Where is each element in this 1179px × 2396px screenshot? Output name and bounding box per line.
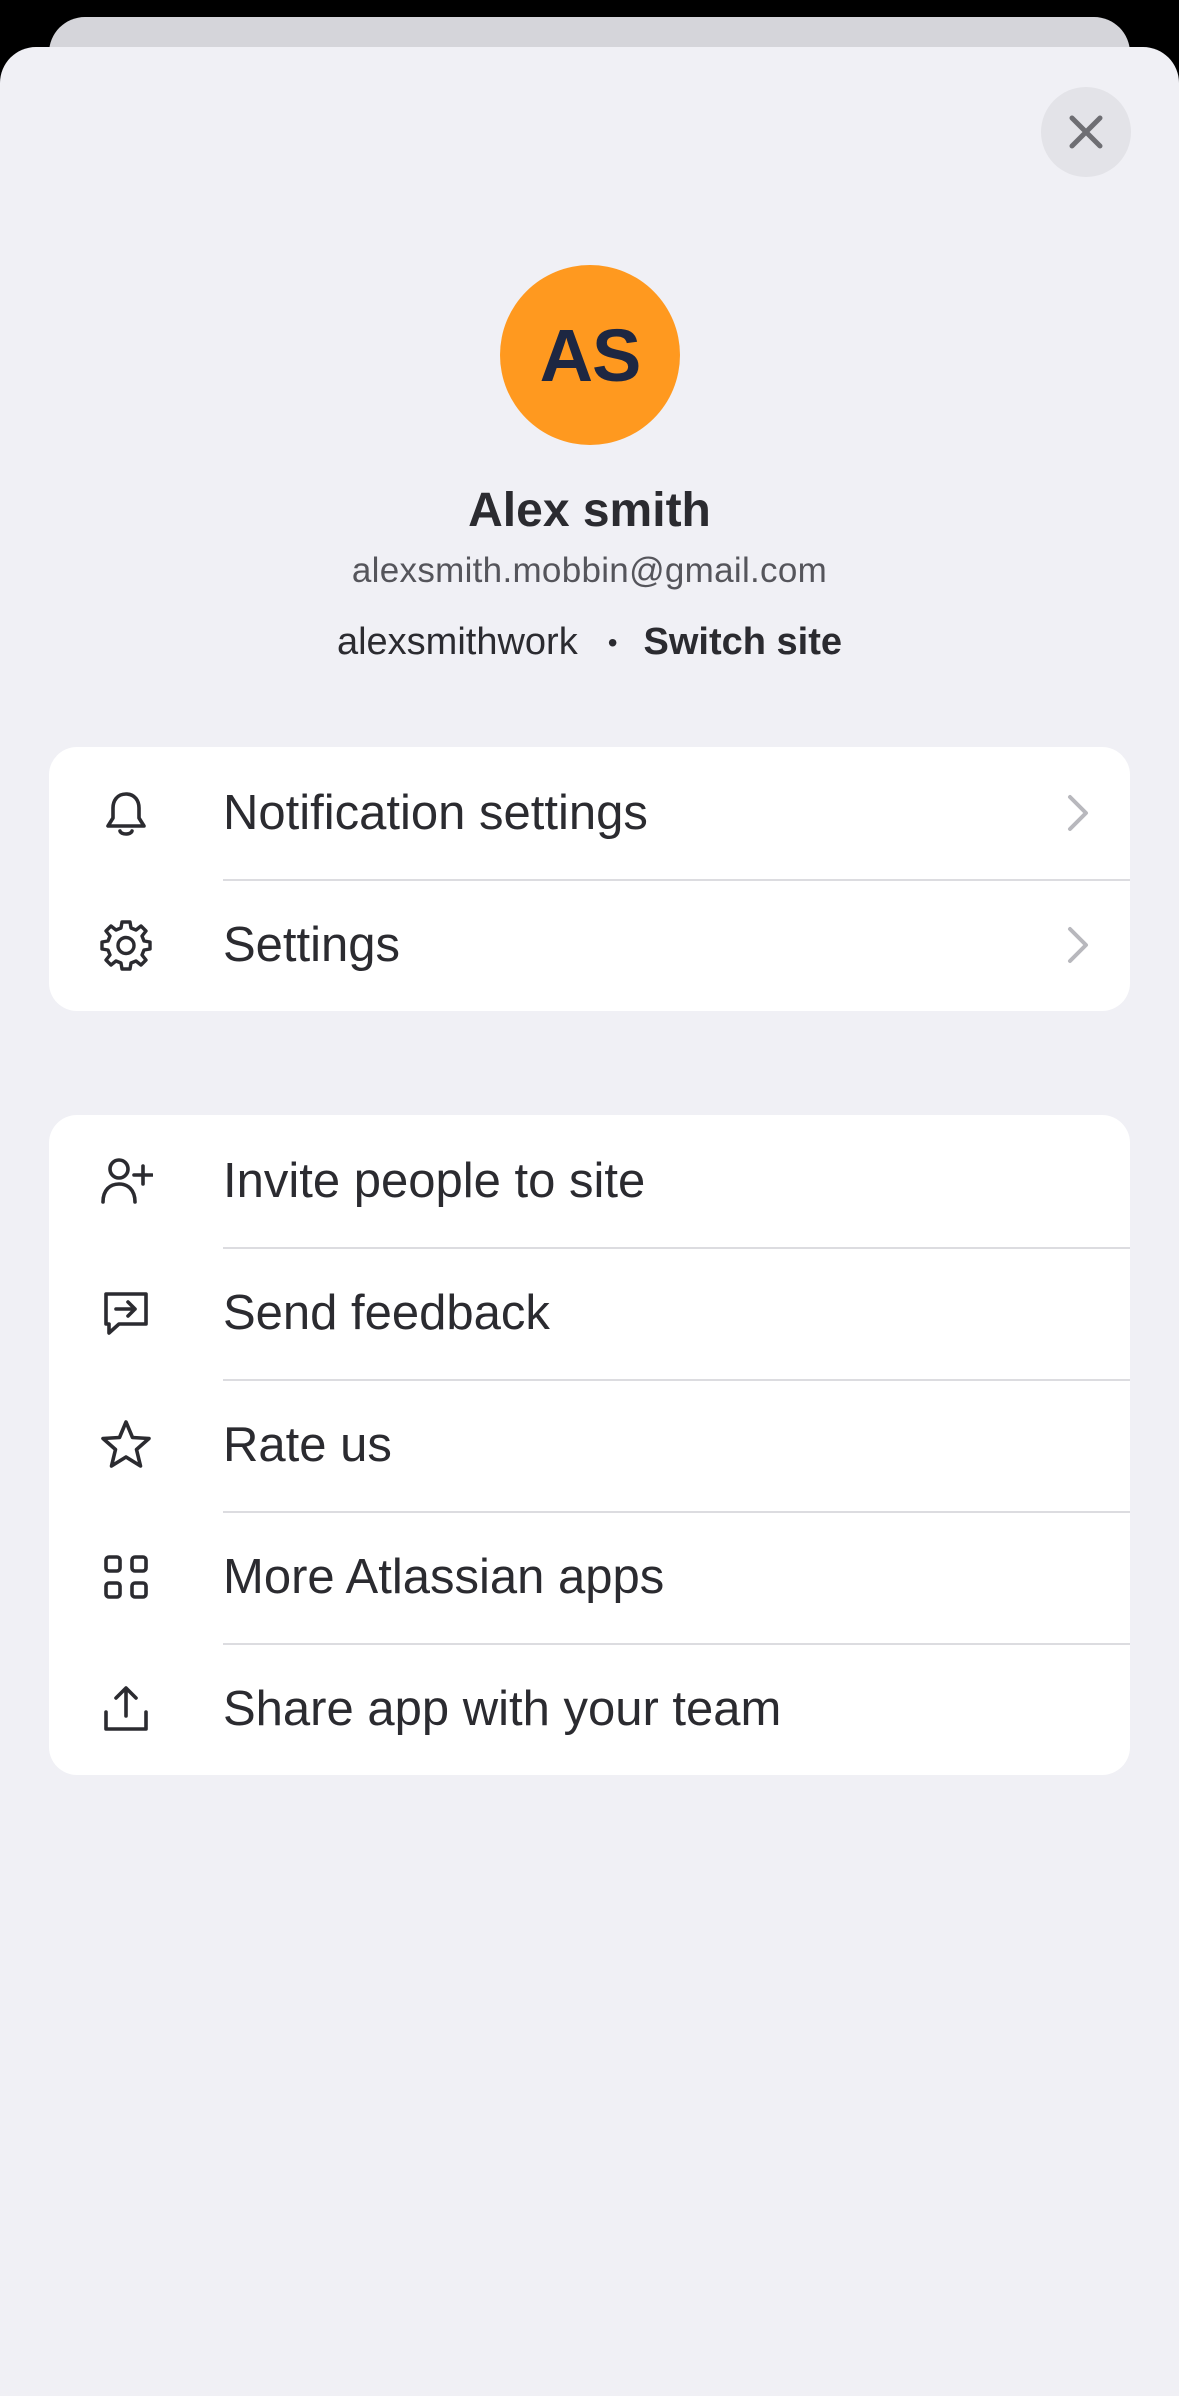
site-name: alexsmithwork — [336, 621, 578, 663]
share-icon — [99, 1682, 153, 1736]
feedback-icon — [99, 1286, 153, 1340]
settings-item[interactable]: Settings — [49, 879, 1130, 1011]
actions-group: Invite people to site Send feedback Rate… — [49, 1115, 1130, 1775]
more-atlassian-apps-label: More Atlassian apps — [223, 1550, 665, 1604]
settings-group: Notification settings Settings — [49, 747, 1130, 1011]
profile-email: alexsmith.mobbin@gmail.com — [351, 551, 828, 590]
rate-us-item[interactable]: Rate us — [49, 1379, 1130, 1511]
profile-name: Alex smith — [468, 484, 711, 537]
add-person-icon — [99, 1154, 153, 1208]
chevron-right-icon — [1066, 793, 1090, 833]
site-row: alexsmithwork • Switch site — [0, 621, 1179, 664]
more-atlassian-apps-item[interactable]: More Atlassian apps — [49, 1511, 1130, 1643]
invite-people-label: Invite people to site — [223, 1154, 646, 1208]
chevron-right-icon — [1066, 925, 1090, 965]
send-feedback-item[interactable]: Send feedback — [49, 1247, 1130, 1379]
close-icon — [1066, 112, 1106, 152]
send-feedback-label: Send feedback — [223, 1286, 550, 1340]
separator-dot: • — [607, 626, 618, 658]
gear-icon — [99, 918, 153, 972]
apps-grid-icon — [99, 1550, 153, 1604]
notification-settings-item[interactable]: Notification settings — [49, 747, 1130, 879]
notification-settings-label: Notification settings — [223, 786, 648, 840]
share-app-label: Share app with your team — [223, 1682, 782, 1736]
settings-label: Settings — [223, 918, 401, 972]
bell-icon — [99, 786, 153, 840]
account-sheet: AS Alex smith alexsmith.mobbin@gmail.com… — [0, 47, 1179, 2396]
star-icon — [99, 1418, 153, 1472]
share-app-item[interactable]: Share app with your team — [49, 1643, 1130, 1775]
rate-us-label: Rate us — [223, 1418, 392, 1472]
invite-people-item[interactable]: Invite people to site — [49, 1115, 1130, 1247]
avatar: AS — [500, 265, 680, 445]
avatar-initials: AS — [539, 313, 642, 397]
close-button[interactable] — [1041, 87, 1131, 177]
switch-site-button[interactable]: Switch site — [644, 621, 843, 664]
